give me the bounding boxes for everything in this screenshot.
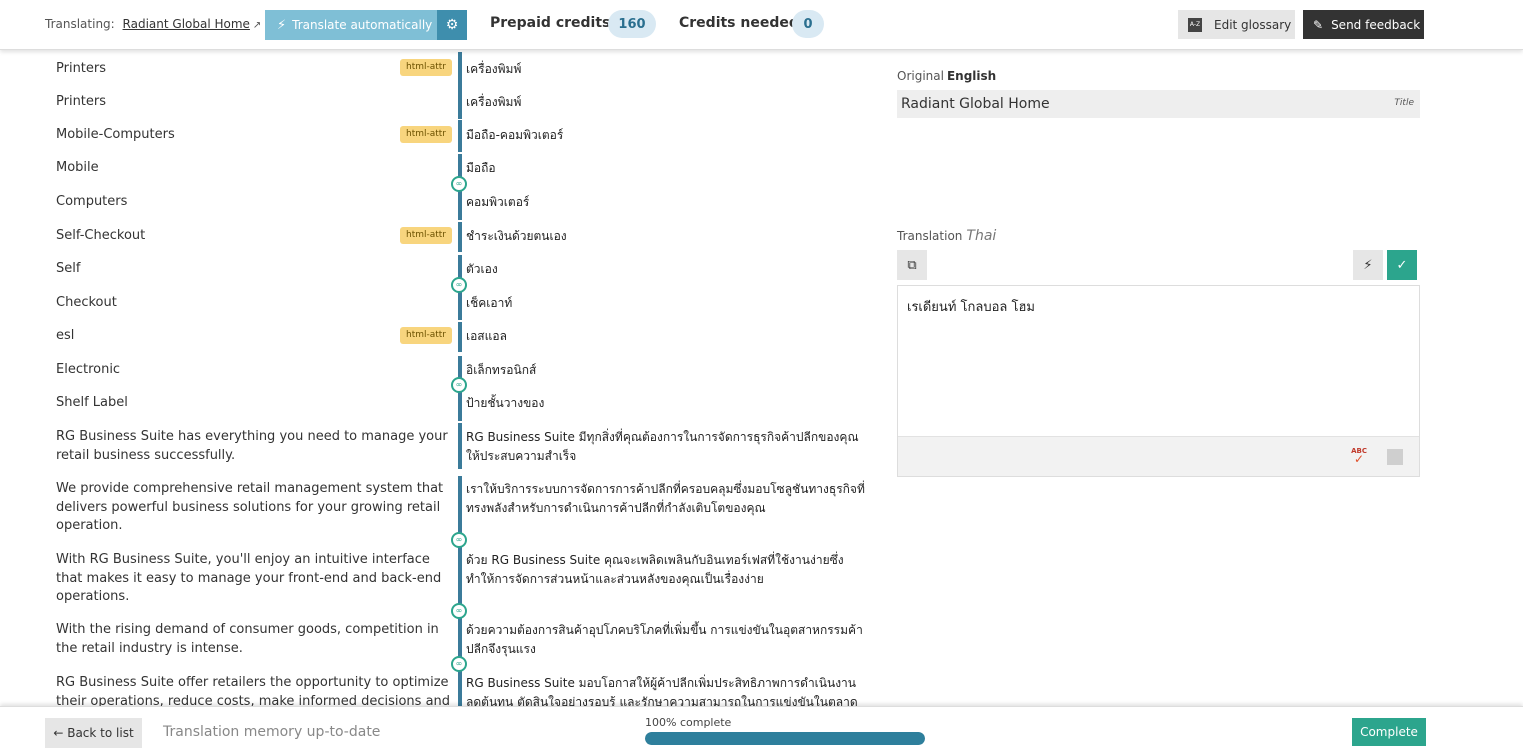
confirm-translation-button[interactable]: ✓ <box>1387 250 1417 280</box>
segment-target: ด้วย RG Business Suite คุณจะเพลิดเพลินกั… <box>466 553 844 586</box>
segment-source: Mobile-Computers <box>56 127 175 142</box>
lightning-icon: ⚡ <box>1363 257 1373 273</box>
segment-target: มือถือ <box>466 161 496 175</box>
segment-source: RG Business Suite offer retailers the op… <box>56 675 451 706</box>
bottom-bar: ← Back to list Translation memory up-to-… <box>0 706 1523 755</box>
segment-bar <box>458 222 462 252</box>
segment-type-label: Title <box>1394 98 1414 108</box>
translating-info: Translating: Radiant Global Home ↗ <box>45 17 261 31</box>
html-attr-tag: html-attr <box>400 327 452 344</box>
segment-target: ด้วยความต้องการสินค้าอุปโภคบริโภคที่เพิ่… <box>466 623 863 656</box>
segment-target: RG Business Suite มีทุกสิ่งที่คุณต้องการ… <box>466 430 859 463</box>
copy-source-button[interactable]: ⧉ <box>897 250 927 280</box>
segment-target: ตัวเอง <box>466 262 498 276</box>
segment-list: Printers html-attr เครื่องพิมพ์ Printers… <box>0 50 880 706</box>
segment-target: เครื่องพิมพ์ <box>466 62 522 76</box>
segment-target: มือถือ-คอมพิวเตอร์ <box>466 128 564 142</box>
progress-fill <box>645 732 925 745</box>
segment-source: Printers <box>56 94 107 109</box>
segment-target: เอสแอล <box>466 329 507 343</box>
original-language: English <box>946 69 997 83</box>
copy-icon: ⧉ <box>907 257 917 273</box>
segment-source: Printers <box>56 61 107 76</box>
credits-needed-badge: 0 <box>792 10 824 38</box>
top-bar: Translating: Radiant Global Home ↗ ⚡ Tran… <box>0 0 1523 50</box>
prepaid-credits-label: Prepaid credits: <box>490 15 616 31</box>
segment-target: RG Business Suite มอบโอกาสให้ผู้ค้าปลีกเ… <box>466 676 858 706</box>
segment-source: With RG Business Suite, you'll enjoy an … <box>56 552 442 604</box>
translation-language: Thai <box>966 228 997 244</box>
glossary-icon[interactable] <box>1387 449 1403 465</box>
segment-target: เราให้บริการระบบการจัดการการค้าปลีกที่คร… <box>466 482 865 515</box>
segment-bar <box>458 120 462 152</box>
translation-editor[interactable]: เรเดียนท์ โกลบอล โฮม ABC ✓ <box>897 285 1420 477</box>
machine-translate-button[interactable]: ⚡ <box>1353 250 1383 280</box>
edit-glossary-label: Edit glossary <box>1214 17 1292 32</box>
translate-automatically-button[interactable]: ⚡ Translate automatically <box>265 10 437 40</box>
segment-source: Self <box>56 261 81 276</box>
segment-source: Checkout <box>56 295 117 310</box>
original-label: Original English <box>897 69 996 83</box>
translation-label-text: Translation <box>897 229 963 243</box>
segment-target: เครื่องพิมพ์ <box>466 95 522 109</box>
segment-bar <box>458 322 462 352</box>
link-icon[interactable]: ∞ <box>451 277 467 293</box>
complete-button[interactable]: Complete <box>1352 718 1426 746</box>
send-feedback-button[interactable]: ✎ Send feedback <box>1303 10 1424 39</box>
original-label-text: Original <box>897 69 944 83</box>
segment-source: esl <box>56 328 75 343</box>
translation-label: Translation Thai <box>897 228 996 244</box>
glossary-icon: A-Z <box>1188 17 1202 32</box>
translation-memory-status: Translation memory up-to-date <box>163 724 381 740</box>
link-icon[interactable]: ∞ <box>451 377 467 393</box>
link-icon[interactable]: ∞ <box>451 532 467 548</box>
site-link[interactable]: Radiant Global Home <box>123 17 250 31</box>
html-attr-tag: html-attr <box>400 227 452 244</box>
segment-source: Mobile <box>56 160 99 175</box>
segment-source: RG Business Suite has everything you nee… <box>56 429 448 463</box>
spellcheck-icon[interactable]: ABC ✓ <box>1351 447 1367 465</box>
segment-target: เช็คเอาท์ <box>466 296 513 310</box>
pencil-icon: ✎ <box>1313 17 1324 32</box>
segment-target: คอมพิวเตอร์ <box>466 195 530 209</box>
prepaid-credits-badge: 160 <box>608 10 656 38</box>
credits-needed-label: Credits needed <box>679 15 799 31</box>
translating-label: Translating: <box>45 17 115 31</box>
segment-bar <box>458 670 462 706</box>
original-text: Radiant Global Home <box>901 96 1050 112</box>
editor-footer: ABC ✓ <box>898 436 1419 476</box>
html-attr-tag: html-attr <box>400 126 452 143</box>
progress-bar <box>645 732 925 745</box>
segment-bar <box>458 423 462 469</box>
check-icon: ✓ <box>1396 257 1408 273</box>
segment-source: Electronic <box>56 362 121 377</box>
send-feedback-label: Send feedback <box>1331 17 1421 32</box>
link-icon[interactable]: ∞ <box>451 656 467 672</box>
segment-source: With the rising demand of consumer goods… <box>56 622 439 656</box>
segment-source: Shelf Label <box>56 395 128 410</box>
segment-target: ป้ายชั้นวางของ <box>466 396 545 410</box>
segment-source: Self-Checkout <box>56 228 146 243</box>
back-to-list-button[interactable]: ← Back to list <box>45 718 142 748</box>
lightning-icon: ⚡ <box>277 17 287 33</box>
segment-source: Computers <box>56 194 128 209</box>
segment-source: We provide comprehensive retail manageme… <box>56 481 444 533</box>
link-icon[interactable]: ∞ <box>451 603 467 619</box>
auto-translate-settings-button[interactable]: ⚙ <box>437 10 467 40</box>
translation-text[interactable]: เรเดียนท์ โกลบอล โฮม <box>907 296 1035 317</box>
segment-target: อิเล็กทรอนิกส์ <box>466 363 537 377</box>
external-link-icon[interactable]: ↗ <box>253 20 261 31</box>
html-attr-tag: html-attr <box>400 59 452 76</box>
original-text-box: Radiant Global Home Title <box>897 90 1420 118</box>
segment-target: ชำระเงินด้วยตนเอง <box>466 229 567 243</box>
translate-automatically-label: Translate automatically <box>292 18 433 32</box>
segment-bar <box>458 52 462 86</box>
segment-bar <box>458 86 462 119</box>
gear-icon: ⚙ <box>445 17 459 33</box>
edit-glossary-button[interactable]: A-Z Edit glossary <box>1178 10 1295 39</box>
progress-label: 100% complete <box>645 716 732 729</box>
link-icon[interactable]: ∞ <box>451 176 467 192</box>
